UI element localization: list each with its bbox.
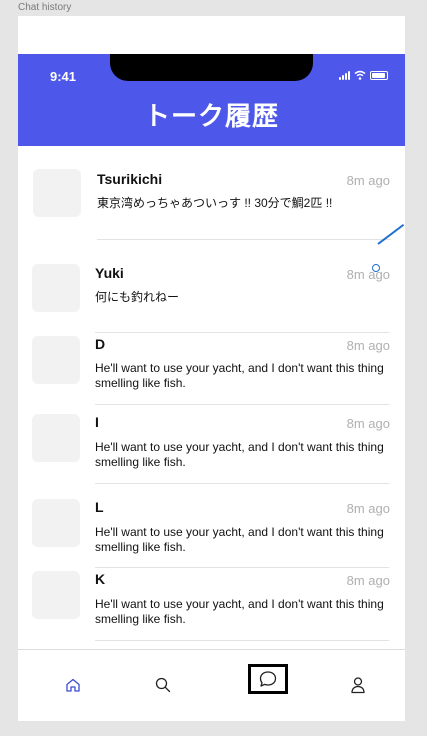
status-time: 9:41 [50,69,77,84]
contact-name: Tsurikichi [97,171,163,187]
contact-name: I [95,414,99,430]
contact-name: L [95,499,104,515]
tab-home[interactable] [60,672,86,698]
page-title: トーク履歴 [143,101,279,131]
tab-search[interactable] [150,672,176,698]
avatar [32,336,80,384]
divider [95,404,389,405]
message-time: 8m ago [346,573,390,588]
message-preview: He'll want to use your yacht, and I don'… [95,361,384,390]
message-time: 8m ago [346,416,390,431]
cellular-signal-icon [339,71,350,80]
message-preview: He'll want to use your yacht, and I don'… [95,525,384,554]
message-time: 8m ago [346,173,390,188]
contact-name: K [95,571,106,587]
message-time: 8m ago [346,501,390,516]
frame-label: Chat history [18,2,72,13]
avatar [32,264,80,312]
divider [95,640,389,641]
tab-chat[interactable] [248,664,288,694]
chat-list-item[interactable]: L 8m ago He'll want to use your yacht, a… [18,497,405,569]
contact-name: Yuki [95,265,124,281]
message-preview: He'll want to use your yacht, and I don'… [95,440,384,469]
battery-icon [370,71,388,80]
message-preview: 何にも釣れねー [95,290,180,304]
message-preview: He'll want to use your yacht, and I don'… [95,597,384,626]
annotation-pin [372,264,380,272]
avatar [32,499,80,547]
wifi-icon [354,70,366,80]
status-icons [339,70,388,80]
chat-list-item[interactable]: Tsurikichi 8m ago 東京湾めっちゃあついっす !! 30分で鯛2… [18,156,405,242]
divider [95,483,389,484]
home-icon [66,678,80,692]
divider [95,567,389,568]
avatar [33,169,81,217]
user-icon [351,677,365,694]
tab-profile[interactable] [345,672,371,698]
message-time: 8m ago [346,338,390,353]
chat-list-item[interactable]: D 8m ago He'll want to use your yacht, a… [18,333,405,405]
contact-name: D [95,336,106,352]
device-notch [110,54,313,81]
message-preview: 東京湾めっちゃあついっす !! 30分で鯛2匹 !! [97,196,333,210]
divider [97,239,391,240]
avatar [32,414,80,462]
chat-list-item[interactable]: I 8m ago He'll want to use your yacht, a… [18,412,405,484]
chat-bubble-icon [259,671,277,687]
message-time: 8m ago [346,267,390,282]
chat-list-item[interactable]: K 8m ago He'll want to use your yacht, a… [18,569,405,641]
phone-screen: 9:41 トーク履歴 Tsurikichi 8m ago 東京湾めっちゃあついっ… [18,16,405,721]
avatar [32,571,80,619]
search-icon [155,677,171,693]
chat-list-item[interactable]: Yuki 8m ago 何にも釣れねー [18,251,405,331]
tab-bar [18,649,405,721]
